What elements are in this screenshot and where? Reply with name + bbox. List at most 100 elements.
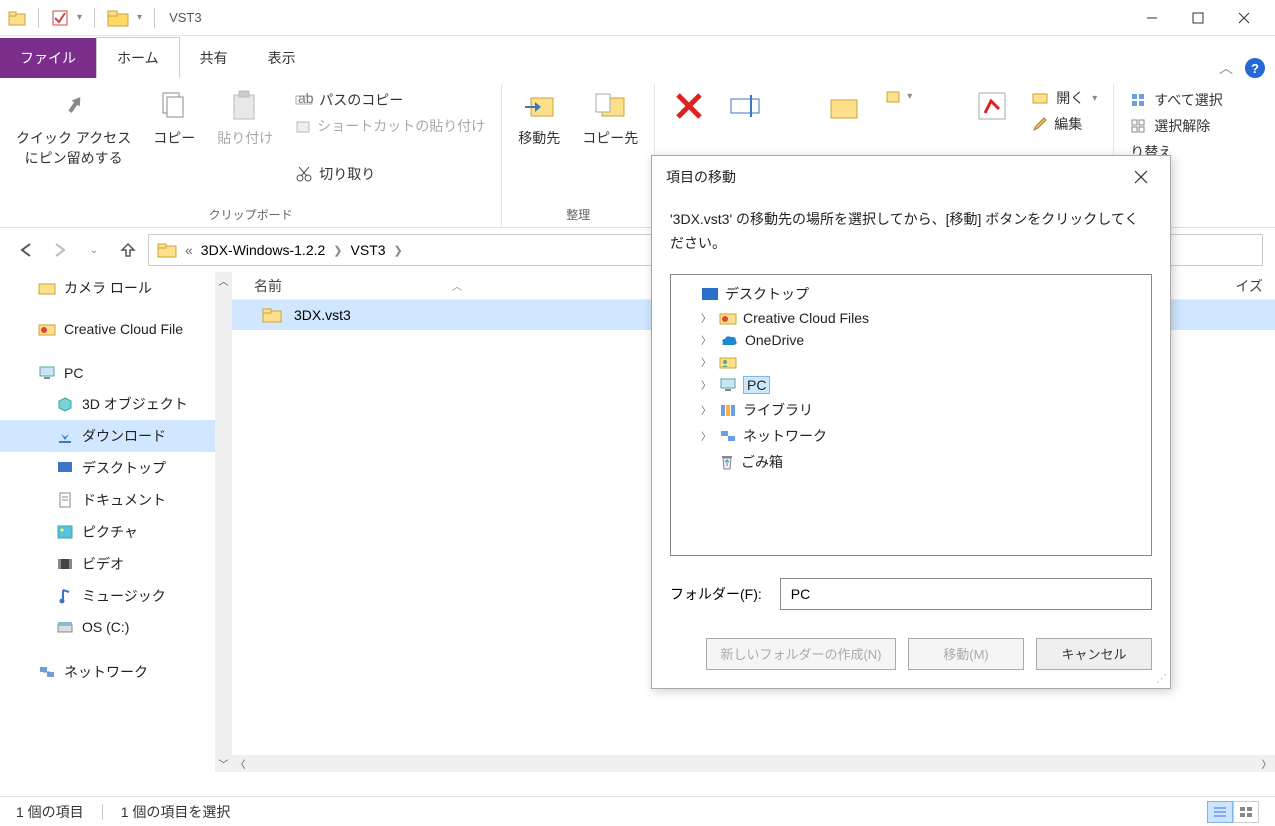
back-button[interactable] [12,236,40,264]
chevron-right-icon[interactable]: ❯ [333,244,342,257]
column-size[interactable]: イズ [1235,276,1263,296]
details-view-button[interactable] [1207,801,1233,823]
folder-name-input[interactable] [780,578,1152,610]
select-all-button[interactable]: すべて選択 [1124,88,1228,112]
move-to-button[interactable]: 移動先 [512,84,566,202]
sidebar-item-camera-roll[interactable]: カメラ ロール [0,272,232,304]
recent-dropdown[interactable]: ⌄ [80,236,108,264]
sidebar-scrollbar[interactable]: ︿ ﹀ [215,272,232,772]
navigation-pane[interactable]: カメラ ロール Creative Cloud File PC 3D オブジェクト… [0,272,232,772]
sidebar-item-network[interactable]: ネットワーク [0,656,232,688]
network-icon [38,663,56,681]
sidebar-item-creative-cloud[interactable]: Creative Cloud File [0,314,232,344]
folder-icon [38,279,56,297]
expander-icon[interactable]: 〉 [699,428,713,443]
expander-icon[interactable]: 〉 [699,377,713,392]
breadcrumb-item[interactable]: 3DX-Windows-1.2.2 [201,242,326,258]
checkbox-icon[interactable] [51,9,69,27]
shortcut-icon [295,118,311,134]
forward-button[interactable] [46,236,74,264]
scissors-icon [295,165,313,183]
cut-button[interactable]: 切り取り [289,162,491,186]
copy-button[interactable]: コピー [147,84,201,202]
tree-item-creative-cloud[interactable]: 〉Creative Cloud Files [677,307,1145,329]
resize-grip[interactable]: ⋰ [1156,672,1167,685]
tree-item-desktop[interactable]: デスクトップ [677,281,1145,307]
copy-path-button[interactable]: abcパスのコピー [289,88,491,112]
open-button[interactable]: 開く▾ [1026,86,1103,110]
dialog-close-button[interactable] [1126,162,1156,192]
cube-icon [56,395,74,413]
chevron-down-icon[interactable]: ▾ [77,12,82,23]
scroll-up-arrow[interactable]: ︿ [215,272,232,289]
sidebar-item-documents[interactable]: ドキュメント [0,484,232,516]
dialog-title: 項目の移動 [666,167,736,187]
new-item-dropdown[interactable]: ▾ [879,86,918,106]
horizontal-scrollbar[interactable]: 〈 〉 [232,755,1275,772]
pc-icon [719,377,737,393]
breadcrumb-prefix[interactable]: « [185,242,193,258]
tab-file[interactable]: ファイル [0,38,96,78]
scroll-down-arrow[interactable]: ﹀ [215,755,232,772]
sidebar-item-3d-objects[interactable]: 3D オブジェクト [0,388,232,420]
scroll-right-arrow[interactable]: 〉 [1258,755,1275,772]
chevron-right-icon[interactable]: ❯ [394,244,403,257]
expander-icon[interactable]: 〉 [699,332,713,347]
sidebar-item-pictures[interactable]: ピクチャ [0,516,232,548]
copy-to-button[interactable]: コピー先 [576,84,644,202]
tab-view[interactable]: 表示 [248,38,316,78]
ribbon-tabs: ファイル ホーム 共有 表示 ︿ ? [0,36,1275,78]
tree-item-network[interactable]: 〉ネットワーク [677,423,1145,449]
folder-label: フォルダー(F): [670,584,762,604]
scroll-left-arrow[interactable]: 〈 [232,755,249,772]
window-title: VST3 [169,10,202,25]
tree-item-pc[interactable]: 〉PC [677,373,1145,397]
minimize-button[interactable] [1129,3,1175,33]
help-icon[interactable]: ? [1245,58,1265,78]
tree-item-libraries[interactable]: 〉ライブラリ [677,397,1145,423]
dialog-message: '3DX.vst3' の移動先の場所を選択してから、[移動] ボタンをクリックし… [670,208,1152,256]
thumbnails-view-button[interactable] [1233,801,1259,823]
expander-icon[interactable]: 〉 [699,310,713,325]
tab-home[interactable]: ホーム [96,37,180,78]
sidebar-item-os-c[interactable]: OS (C:) [0,612,232,642]
sidebar-item-music[interactable]: ミュージック [0,580,232,612]
tab-share[interactable]: 共有 [180,38,248,78]
expander-icon[interactable]: 〉 [699,354,713,369]
folder-open-icon [1032,91,1050,105]
pin-to-quick-access-button[interactable]: クイック アクセス にピン留めする [10,84,137,202]
breadcrumb-item[interactable]: VST3 [351,242,386,258]
folder-tree[interactable]: デスクトップ 〉Creative Cloud Files 〉OneDrive 〉… [670,274,1152,556]
tree-item-onedrive[interactable]: 〉OneDrive [677,329,1145,351]
collapse-ribbon-icon[interactable]: ︿ [1219,58,1233,78]
new-folder-button[interactable]: 新しいフォルダーの作成(N) [706,638,896,670]
move-button[interactable]: 移動(M) [908,638,1024,670]
column-name[interactable]: 名前 [254,276,282,296]
select-all-icon [1130,92,1148,108]
item-count: 1 個の項目 [16,802,84,822]
svg-text:abc: abc [298,93,313,106]
edit-button[interactable]: 編集 [1026,112,1103,136]
folder-icon [107,8,129,28]
paste-button[interactable]: 貼り付け [211,84,279,202]
tree-item-recycle-bin[interactable]: ごみ箱 [677,449,1145,475]
select-none-button[interactable]: 選択解除 [1124,114,1228,138]
qat-overflow[interactable]: ▾ [137,12,142,23]
sidebar-item-desktop[interactable]: デスクトップ [0,452,232,484]
dialog-titlebar[interactable]: 項目の移動 [652,156,1170,198]
organize-group-label: 整理 [566,202,590,227]
cancel-button[interactable]: キャンセル [1036,638,1152,670]
folder-icon [157,241,177,259]
sidebar-item-videos[interactable]: ビデオ [0,548,232,580]
folder-icon-small [8,9,26,27]
path-icon: abc [295,93,313,107]
maximize-button[interactable] [1175,3,1221,33]
up-button[interactable] [114,236,142,264]
sidebar-item-pc[interactable]: PC [0,358,232,388]
expander-icon[interactable]: 〉 [699,402,713,417]
close-button[interactable] [1221,3,1267,33]
separator [94,8,95,28]
document-icon [56,491,74,509]
sidebar-item-downloads[interactable]: ダウンロード [0,420,232,452]
tree-item-user[interactable]: 〉 [677,351,1145,373]
